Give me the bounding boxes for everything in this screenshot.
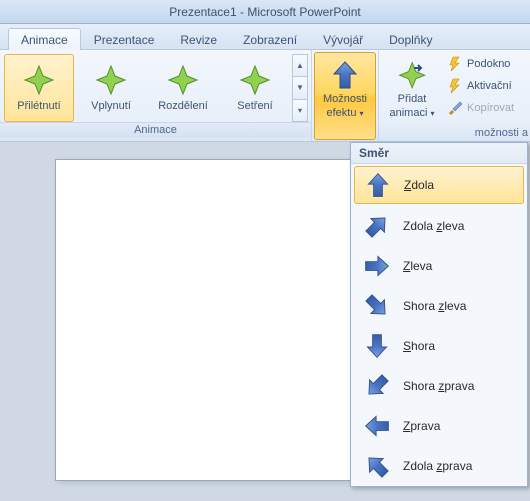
group-label-advanced-partial: možnosti a [475, 127, 528, 139]
gallery-scroll-up[interactable]: ▲ [292, 54, 308, 77]
effect-options-line1: Možnosti [323, 93, 367, 105]
direction-arrow-icon [363, 332, 391, 360]
direction-label: Zdola zprava [403, 459, 472, 473]
add-animation-line1: Přidat [398, 93, 427, 105]
bolt-icon [447, 78, 463, 94]
animation-painter-cmd: Kopírovat [447, 100, 514, 116]
tab-animace[interactable]: Animace [8, 28, 81, 50]
add-animation-icon [396, 59, 428, 91]
direction-arrow-icon [363, 252, 391, 280]
up-arrow-icon [329, 59, 361, 91]
animation-gallery-item[interactable]: Rozdělení [148, 54, 218, 122]
window-title: Prezentace1 - Microsoft PowerPoint [0, 0, 530, 24]
animation-pane-label: Podokno [467, 58, 510, 70]
star-icon [167, 64, 199, 96]
direction-option[interactable]: Zprava [351, 406, 527, 446]
direction-arrow-icon [364, 171, 392, 199]
direction-option[interactable]: Zdola zprava [351, 446, 527, 486]
animation-gallery-item[interactable]: Přilétnutí [4, 54, 74, 122]
animation-painter-label: Kopírovat [467, 102, 514, 114]
ribbon: Přilétnutí Vplynutí Rozdělení Setření ▲ ▼ ▾… [0, 50, 530, 142]
direction-option[interactable]: Zdola [354, 166, 524, 204]
direction-arrow-icon [357, 366, 397, 406]
star-icon [239, 64, 271, 96]
direction-arrow-icon [357, 286, 397, 326]
add-animation-button[interactable]: Přidat animaci ▾ [381, 52, 443, 140]
gallery-item-label: Přilétnutí [17, 100, 60, 112]
ribbon-tab-strip: AnimacePrezentaceRevizeZobrazeníVývojářD… [0, 24, 530, 50]
direction-label: Shora zleva [403, 299, 466, 313]
work-area: Směr Zdola Zdola zleva Zleva Shora zleva Sho… [0, 142, 530, 501]
direction-label: Zdola [404, 178, 434, 192]
gallery-item-label: Rozdělení [158, 100, 208, 112]
effect-options-button[interactable]: Možnosti efektu ▾ [314, 52, 376, 140]
direction-label: Shora [403, 339, 435, 353]
star-icon [95, 64, 127, 96]
brush-icon [447, 100, 463, 116]
tab-revize[interactable]: Revize [167, 28, 230, 50]
direction-label: Shora zprava [403, 379, 474, 393]
effect-options-dropdown: Směr Zdola Zdola zleva Zleva Shora zleva Sho… [350, 142, 528, 487]
star-icon [23, 64, 55, 96]
direction-option[interactable]: Zleva [351, 246, 527, 286]
trigger-cmd[interactable]: Aktivační [447, 78, 514, 94]
direction-label: Zleva [403, 259, 432, 273]
direction-label: Zdola zleva [403, 219, 464, 233]
animation-gallery-item[interactable]: Vplynutí [76, 54, 146, 122]
animation-gallery[interactable]: Přilétnutí Vplynutí Rozdělení Setření [0, 50, 292, 122]
direction-option[interactable]: Shora zprava [351, 366, 527, 406]
add-animation-line2: animaci ▾ [390, 107, 435, 119]
gallery-expand[interactable]: ▾ [292, 100, 308, 122]
bolt-icon [447, 56, 463, 72]
direction-arrow-icon [357, 446, 397, 486]
gallery-scroll-down[interactable]: ▼ [292, 77, 308, 99]
direction-option[interactable]: Zdola zleva [351, 206, 527, 246]
gallery-item-label: Setření [237, 100, 272, 112]
direction-option[interactable]: Shora [351, 326, 527, 366]
tab-vývojář[interactable]: Vývojář [310, 28, 376, 50]
group-label-animation: Animace [0, 122, 311, 138]
trigger-label: Aktivační [467, 80, 512, 92]
tab-zobrazení[interactable]: Zobrazení [230, 28, 310, 50]
gallery-scroll[interactable]: ▲ ▼ ▾ [292, 54, 308, 122]
effect-options-line2: efektu ▾ [326, 107, 363, 119]
slide-canvas[interactable] [56, 160, 356, 480]
gallery-item-label: Vplynutí [91, 100, 131, 112]
animation-gallery-item[interactable]: Setření [220, 54, 290, 122]
direction-arrow-icon [363, 412, 391, 440]
direction-label: Zprava [403, 419, 440, 433]
tab-doplňky[interactable]: Doplňky [376, 28, 445, 50]
direction-arrow-icon [357, 206, 397, 246]
dropdown-header: Směr [351, 143, 527, 164]
tab-prezentace[interactable]: Prezentace [81, 28, 168, 50]
animation-pane-cmd[interactable]: Podokno [447, 56, 514, 72]
direction-option[interactable]: Shora zleva [351, 286, 527, 326]
